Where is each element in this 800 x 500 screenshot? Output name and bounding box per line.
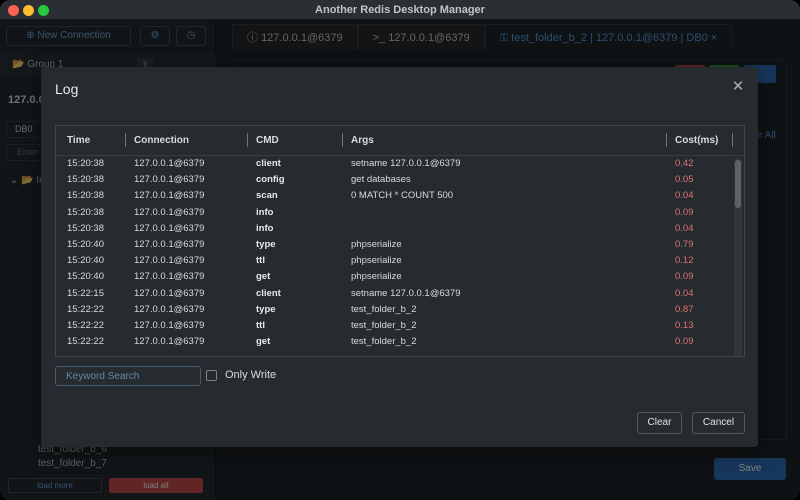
cell-connection: 127.0.0.1@6379: [134, 271, 205, 283]
log-table: Time Connection CMD Args Cost(ms) 15:20:…: [55, 125, 745, 357]
column-args: Args: [351, 135, 374, 146]
column-divider[interactable]: [732, 133, 733, 147]
table-row[interactable]: 15:20:40 127.0.0.1@6379 type phpserialize 0.…: [56, 237, 732, 253]
cell-time: 15:22:22: [67, 320, 104, 331]
cell-cost: 0.13: [675, 320, 694, 331]
cell-time: 15:20:38: [67, 206, 104, 218]
cell-args: phpserialize: [351, 271, 402, 283]
app-window: Another Redis Desktop Manager ⊕ New Conn…: [0, 0, 800, 500]
column-cmd: CMD: [256, 135, 279, 146]
cell-time: 15:20:38: [67, 158, 104, 169]
cell-cmd: client: [256, 287, 281, 299]
cell-cost: 0.42: [675, 158, 694, 169]
cell-time: 15:22:15: [67, 287, 104, 299]
cell-time: 15:20:40: [67, 271, 104, 283]
cell-time: 15:22:22: [67, 336, 104, 348]
cell-args: test_folder_b_2: [351, 303, 417, 315]
table-row[interactable]: 15:20:40 127.0.0.1@6379 ttl phpserialize 0.1…: [56, 253, 732, 269]
cell-connection: 127.0.0.1@6379: [134, 174, 205, 186]
cell-cost: 0.09: [675, 336, 694, 348]
table-body: 15:20:38 127.0.0.1@6379 client setname 127.…: [56, 156, 732, 356]
cell-args: 0 MATCH * COUNT 500: [351, 190, 454, 202]
cell-cmd: get: [256, 336, 271, 348]
only-write-checkbox[interactable]: [206, 369, 217, 381]
cancel-button[interactable]: Cancel: [692, 412, 745, 434]
cell-cost: 0.12: [675, 255, 694, 267]
cell-cmd: scan: [256, 190, 278, 202]
cell-connection: 127.0.0.1@6379: [134, 287, 205, 299]
cell-connection: 127.0.0.1@6379: [134, 320, 205, 331]
cell-args: test_folder_b_2: [351, 336, 417, 348]
table-row[interactable]: 15:20:38 127.0.0.1@6379 info 0.04: [56, 221, 732, 237]
cell-connection: 127.0.0.1@6379: [134, 190, 205, 202]
cell-connection: 127.0.0.1@6379: [134, 255, 205, 267]
dialog-title: Log: [55, 81, 79, 97]
cell-cmd: type: [256, 239, 276, 250]
column-divider[interactable]: [125, 133, 126, 147]
cell-cost: 0.05: [675, 174, 694, 186]
cell-cost: 0.04: [675, 222, 694, 234]
cell-cost: 0.09: [675, 206, 694, 218]
table-row[interactable]: 15:22:22 127.0.0.1@6379 type test_folder_b_…: [56, 302, 732, 318]
cell-cost: 0.04: [675, 287, 694, 299]
column-time: Time: [67, 135, 91, 146]
cell-connection: 127.0.0.1@6379: [134, 158, 205, 169]
cell-args: phpserialize: [351, 239, 402, 250]
log-dialog: Log ✕ Time Connection CMD Args Cost(ms) …: [41, 67, 758, 447]
column-divider[interactable]: [342, 133, 343, 147]
only-write-toggle[interactable]: Only Write: [206, 369, 276, 381]
close-icon[interactable]: ✕: [730, 79, 746, 95]
cell-cmd: info: [256, 206, 274, 218]
window-title: Another Redis Desktop Manager: [315, 4, 485, 16]
table-row[interactable]: 15:20:38 127.0.0.1@6379 client setname 127.…: [56, 156, 732, 172]
column-cost: Cost(ms): [675, 135, 719, 146]
cell-args: test_folder_b_2: [351, 320, 417, 331]
cell-args: setname 127.0.0.1@6379: [351, 287, 461, 299]
table-scrollbar[interactable]: [734, 158, 742, 356]
table-row[interactable]: 15:20:38 127.0.0.1@6379 info 0.09: [56, 205, 732, 221]
cell-time: 15:20:40: [67, 239, 104, 250]
cell-cmd: type: [256, 303, 276, 315]
cell-connection: 127.0.0.1@6379: [134, 303, 205, 315]
cell-time: 15:20:38: [67, 174, 104, 186]
cell-time: 15:20:38: [67, 190, 104, 202]
cell-connection: 127.0.0.1@6379: [134, 239, 205, 250]
keyword-search-input[interactable]: [55, 366, 201, 386]
column-connection: Connection: [134, 135, 189, 146]
cell-cmd: client: [256, 158, 281, 169]
cell-cost: 0.04: [675, 190, 694, 202]
table-row[interactable]: 15:22:22 127.0.0.1@6379 ttl test_folder_b_2…: [56, 318, 732, 334]
table-row[interactable]: 15:22:22 127.0.0.1@6379 get test_folder_b_2…: [56, 334, 732, 350]
only-write-label: Only Write: [225, 369, 277, 381]
cell-connection: 127.0.0.1@6379: [134, 222, 205, 234]
clear-button[interactable]: Clear: [637, 412, 682, 434]
cell-cost: 0.79: [675, 239, 694, 250]
table-row[interactable]: 15:22:15 127.0.0.1@6379 client setname 127.…: [56, 286, 732, 302]
cell-cmd: info: [256, 222, 274, 234]
cell-time: 15:22:22: [67, 303, 104, 315]
table-row[interactable]: 15:20:38 127.0.0.1@6379 config get database…: [56, 172, 732, 188]
cell-time: 15:20:38: [67, 222, 104, 234]
table-row[interactable]: 15:20:38 127.0.0.1@6379 scan 0 MATCH * COUN…: [56, 188, 732, 204]
title-bar: Another Redis Desktop Manager: [0, 0, 800, 20]
cell-cmd: ttl: [256, 320, 265, 331]
cell-args: setname 127.0.0.1@6379: [351, 158, 461, 169]
cell-connection: 127.0.0.1@6379: [134, 206, 205, 218]
scrollbar-thumb[interactable]: [735, 160, 741, 208]
cell-time: 15:20:40: [67, 255, 104, 267]
cell-cost: 0.09: [675, 271, 694, 283]
cell-args: phpserialize: [351, 255, 402, 267]
table-header: Time Connection CMD Args Cost(ms): [56, 126, 744, 156]
column-divider[interactable]: [247, 133, 248, 147]
cell-cmd: config: [256, 174, 285, 186]
cell-cost: 0.87: [675, 303, 694, 315]
column-divider[interactable]: [666, 133, 667, 147]
table-row[interactable]: 15:20:40 127.0.0.1@6379 get phpserialize 0.0…: [56, 269, 732, 285]
cell-connection: 127.0.0.1@6379: [134, 336, 205, 348]
cell-cmd: ttl: [256, 255, 265, 267]
cell-args: get databases: [351, 174, 411, 186]
cell-cmd: get: [256, 271, 271, 283]
